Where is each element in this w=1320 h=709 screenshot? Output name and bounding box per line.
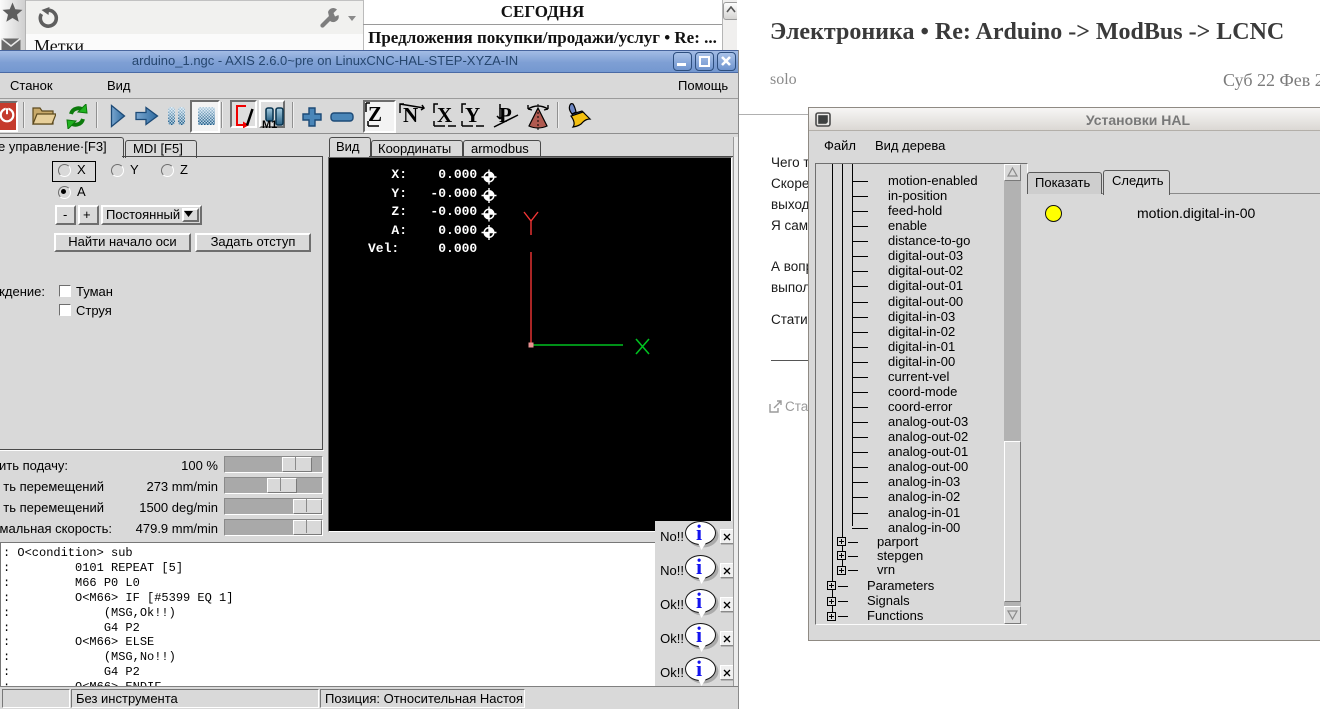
svg-text:M1: M1 bbox=[262, 119, 277, 129]
